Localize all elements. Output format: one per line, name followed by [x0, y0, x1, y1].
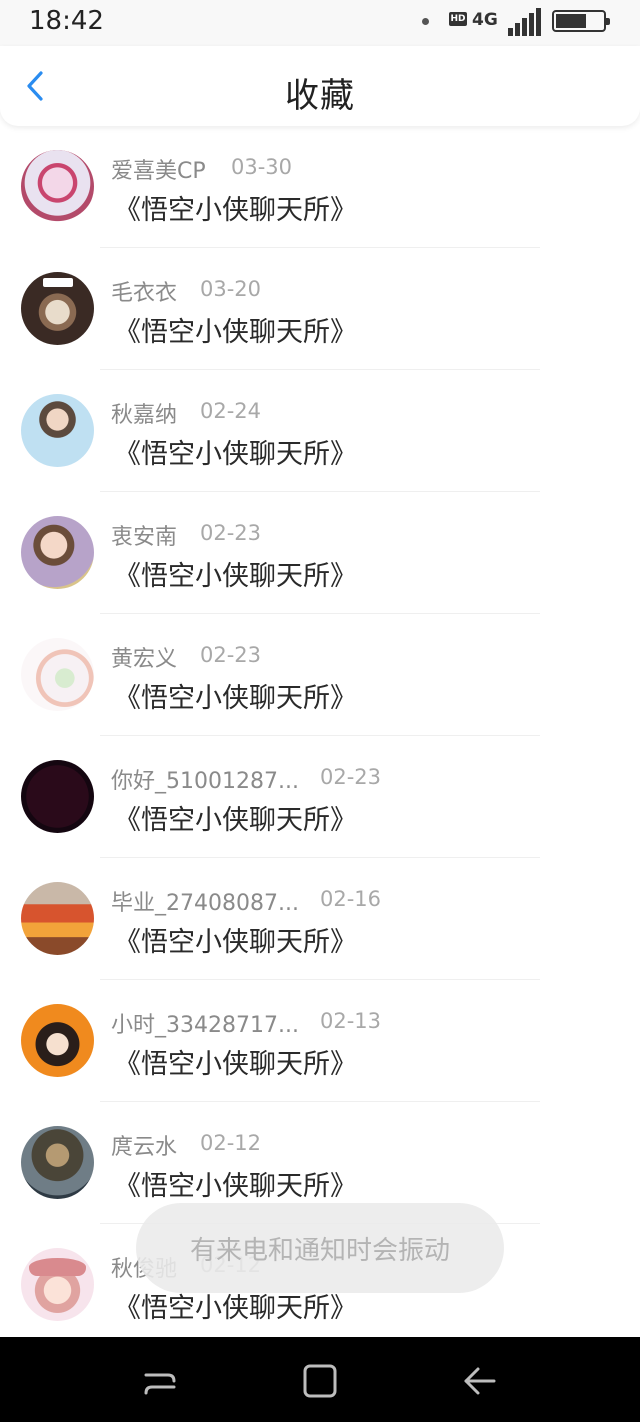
avatar — [21, 638, 94, 711]
status-bar: 18:42 HD 4G — [0, 0, 640, 46]
navigation-bar — [0, 1337, 640, 1422]
network-type: 4G — [472, 10, 498, 30]
item-title: 《悟空小侠聊天所》 — [114, 561, 357, 592]
header: 收藏 — [0, 46, 640, 126]
signal-strength-icon — [508, 8, 544, 36]
item-title: 《悟空小侠聊天所》 — [114, 439, 357, 470]
favorite-item[interactable]: 毕业_27408087... 02-16 《悟空小侠聊天所》 — [0, 858, 640, 980]
item-date: 02-12 — [200, 1131, 262, 1155]
page-title: 收藏 — [285, 76, 355, 116]
recent-apps-icon — [144, 1373, 176, 1395]
favorite-item[interactable]: 小时_33428717... 02-13 《悟空小侠聊天所》 — [0, 980, 640, 1102]
item-title: 《悟空小侠聊天所》 — [114, 805, 357, 836]
notification-dot-icon — [422, 18, 429, 25]
item-date: 02-23 — [320, 765, 382, 789]
avatar — [21, 760, 94, 833]
back-icon — [464, 1367, 496, 1395]
home-button[interactable] — [298, 1359, 342, 1403]
item-title: 《悟空小侠聊天所》 — [114, 317, 357, 348]
avatar — [21, 272, 94, 345]
avatar — [21, 516, 94, 589]
item-name: 小时_33428717... — [111, 1013, 299, 1038]
favorite-item[interactable]: 秋嘉纳 02-24 《悟空小侠聊天所》 — [0, 370, 640, 492]
item-date: 03-20 — [200, 277, 262, 301]
item-title: 《悟空小侠聊天所》 — [114, 1049, 357, 1080]
screen: 18:42 HD 4G 收藏 爱喜美CP 03-30 《悟空小侠聊天所》 毛衣衣… — [0, 0, 640, 1422]
battery-icon — [552, 10, 610, 32]
item-title: 《悟空小侠聊天所》 — [114, 195, 357, 226]
item-title: 《悟空小侠聊天所》 — [114, 927, 357, 958]
item-name: 黄宏义 — [111, 647, 178, 672]
favorite-item[interactable]: 衷安南 02-23 《悟空小侠聊天所》 — [0, 492, 640, 614]
item-date: 02-23 — [200, 643, 262, 667]
recent-apps-button[interactable] — [138, 1359, 182, 1403]
favorite-item[interactable]: 黄宏义 02-23 《悟空小侠聊天所》 — [0, 614, 640, 736]
item-date: 03-30 — [231, 155, 293, 179]
item-date: 02-23 — [200, 521, 262, 545]
item-date: 02-16 — [320, 887, 382, 911]
nav-back-button[interactable] — [458, 1359, 502, 1403]
avatar — [21, 882, 94, 955]
item-name: 衷安南 — [111, 525, 178, 550]
battery-fill — [556, 14, 586, 28]
item-name: 秋嘉纳 — [111, 403, 178, 428]
item-date: 02-24 — [200, 399, 262, 423]
avatar — [21, 1126, 94, 1199]
status-time: 18:42 — [29, 6, 104, 36]
avatar — [21, 1004, 94, 1077]
hd-badge: HD — [449, 12, 467, 26]
item-name: 庹云水 — [111, 1135, 178, 1160]
avatar — [21, 394, 94, 467]
avatar — [21, 150, 94, 223]
item-name: 爱喜美CP — [111, 159, 206, 184]
item-name: 毕业_27408087... — [111, 891, 299, 916]
favorite-item[interactable]: 毛衣衣 03-20 《悟空小侠聊天所》 — [0, 248, 640, 370]
item-date: 02-13 — [320, 1009, 382, 1033]
item-name: 毛衣衣 — [111, 281, 178, 306]
avatar — [21, 1248, 94, 1321]
item-title: 《悟空小侠聊天所》 — [114, 1171, 357, 1202]
home-icon — [303, 1364, 337, 1398]
item-title: 《悟空小侠聊天所》 — [114, 683, 357, 714]
toast-message: 有来电和通知时会振动 — [136, 1203, 504, 1293]
item-name: 你好_51001287... — [111, 769, 299, 794]
favorite-item[interactable]: 爱喜美CP 03-30 《悟空小侠聊天所》 — [0, 126, 640, 248]
favorite-item[interactable]: 你好_51001287... 02-23 《悟空小侠聊天所》 — [0, 736, 640, 858]
favorites-list: 爱喜美CP 03-30 《悟空小侠聊天所》 毛衣衣 03-20 《悟空小侠聊天所… — [0, 126, 640, 1346]
